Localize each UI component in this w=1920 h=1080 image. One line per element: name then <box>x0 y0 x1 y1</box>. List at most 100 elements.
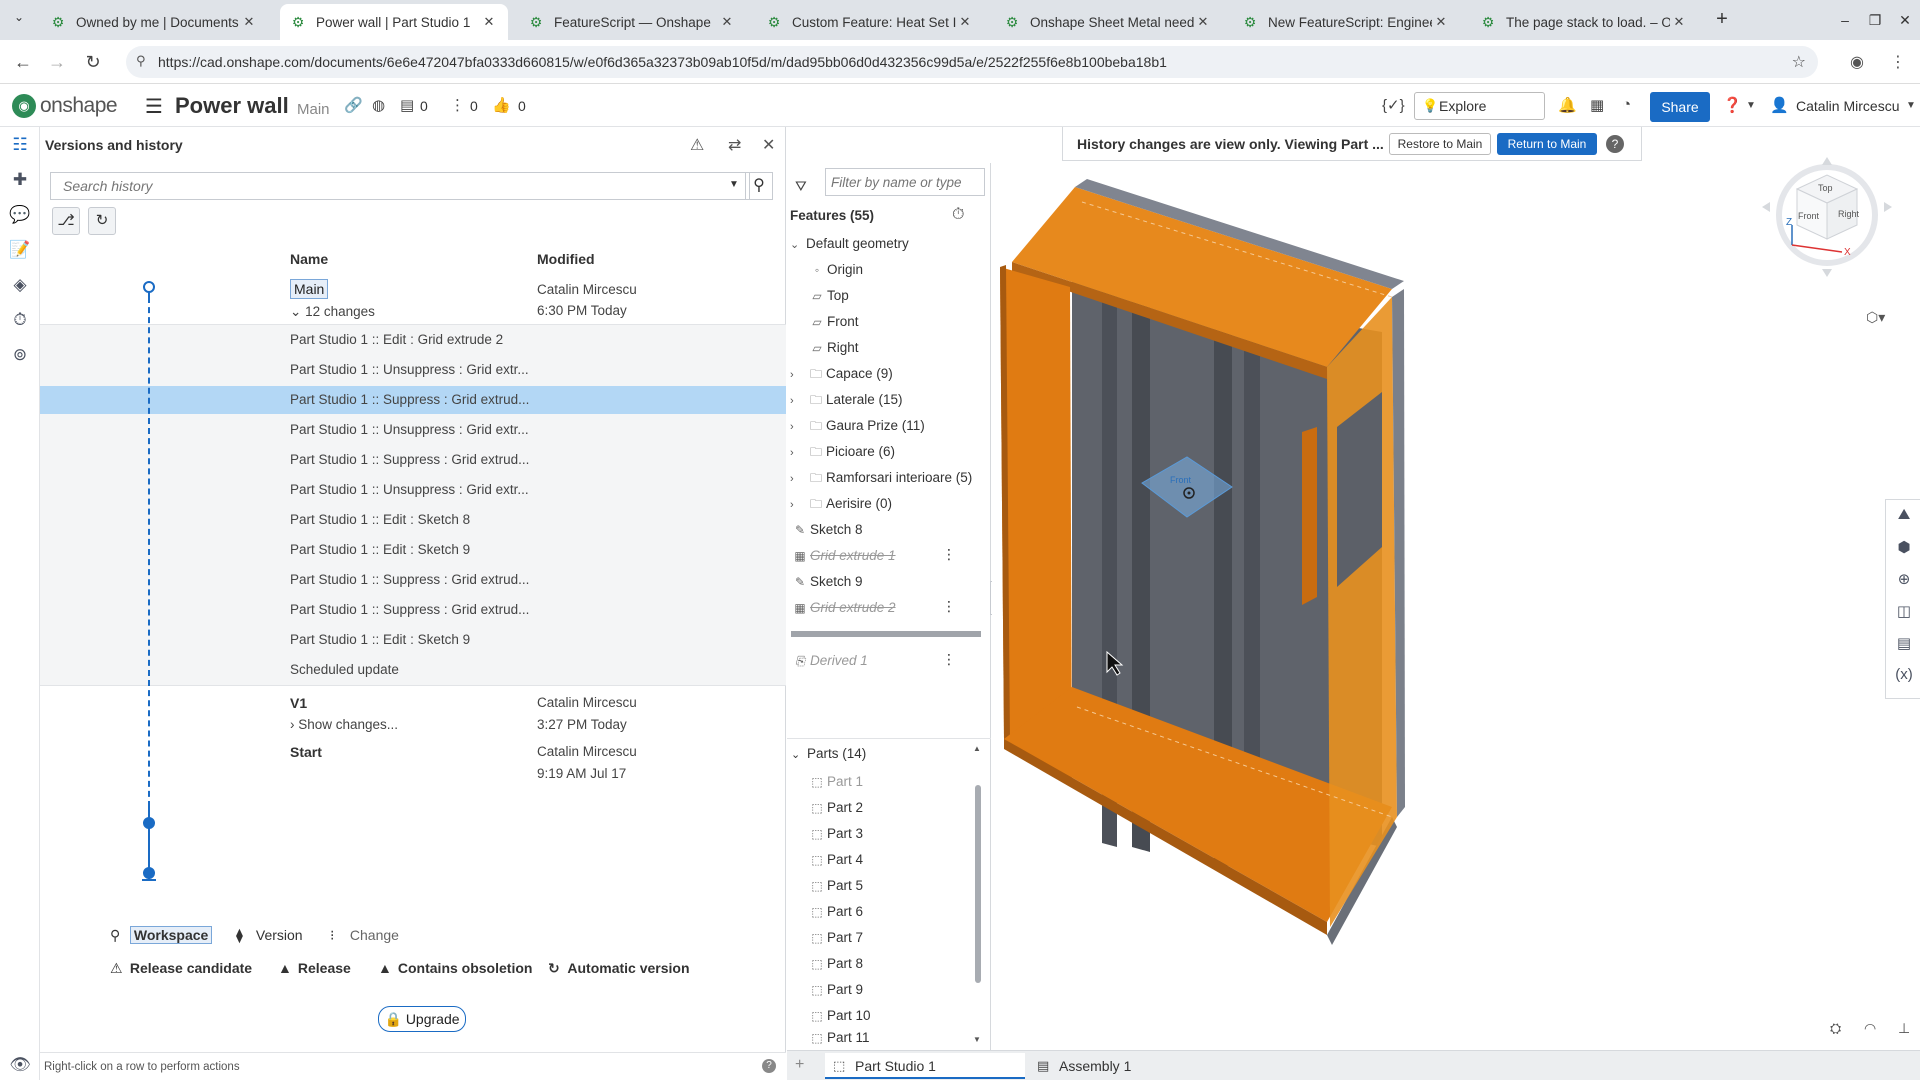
change-row[interactable]: Part Studio 1 :: Edit : Sketch 9 <box>40 536 786 564</box>
like-thumb-icon[interactable]: 👍 <box>492 96 511 114</box>
bom-table-icon[interactable]: ▤ <box>1893 634 1915 656</box>
tab-close-icon[interactable]: ✕ <box>1194 14 1212 30</box>
user-chevron-down-icon[interactable]: ▼ <box>1906 100 1916 111</box>
column-header-modified[interactable]: Modified <box>537 251 595 267</box>
browser-tab[interactable]: ⚙ The page stack to load. – On ✕ <box>1470 4 1698 40</box>
url-field[interactable]: ⚲ https://cad.onshape.com/documents/6e6e… <box>126 46 1818 78</box>
tab-close-icon[interactable]: ✕ <box>240 14 258 30</box>
tab-assembly-1[interactable]: ▤ Assembly 1 <box>1029 1053 1179 1079</box>
rollback-bar[interactable] <box>791 631 981 637</box>
chevron-right-icon[interactable]: › <box>790 467 806 491</box>
part-item[interactable]: ⬚ Part 11 <box>807 1026 869 1048</box>
profile-icon[interactable]: ◉ <box>1850 52 1864 72</box>
cad-model-canvas[interactable]: Front Top Front Right Z X <box>992 127 1920 1050</box>
change-row[interactable]: Part Studio 1 :: Edit : Grid extrude 2 <box>40 326 786 354</box>
minimize-icon[interactable]: – <box>1830 8 1860 32</box>
configurations-icon[interactable]: ⬢ <box>1893 538 1915 560</box>
column-header-name[interactable]: Name <box>290 251 328 267</box>
chevron-down-icon[interactable]: ⌄ <box>790 233 806 257</box>
share-button[interactable]: Share <box>1650 92 1710 122</box>
parts-scrollbar-thumb[interactable] <box>975 785 981 983</box>
part-item[interactable]: ⬚ Part 6 <box>807 900 863 924</box>
render-mode-icon[interactable]: ⛭ <box>1830 1020 1841 1037</box>
forward-arrow-icon[interactable]: → <box>44 50 70 74</box>
history-clock-icon[interactable]: ⏱ <box>8 308 32 332</box>
browser-menu-kebab-icon[interactable]: ⋮ <box>1890 52 1906 72</box>
comments-icon[interactable]: 💬 <box>8 203 32 227</box>
status-help-icon[interactable]: ? <box>762 1059 776 1073</box>
part-item[interactable]: ⬚ Part 5 <box>807 874 863 898</box>
default-geometry-folder[interactable]: ⌄ Default geometry <box>790 232 909 256</box>
version-v1-name[interactable]: V1 <box>290 695 307 711</box>
feature-plane-right[interactable]: ▱ Right <box>807 336 858 360</box>
user-avatar-icon[interactable]: 👤 <box>1770 96 1789 114</box>
change-row-selected[interactable]: Part Studio 1 :: Suppress : Grid extrud.… <box>40 386 786 414</box>
app-store-grid-icon[interactable]: ▦ <box>1590 96 1604 114</box>
return-to-main-button[interactable]: Return to Main <box>1497 133 1597 155</box>
new-tab-plus-icon[interactable]: + <box>1710 8 1734 32</box>
change-row[interactable]: Part Studio 1 :: Edit : Sketch 8 <box>40 506 786 534</box>
part-item[interactable]: ⬚ Part 4 <box>807 848 863 872</box>
feature-grid-extrude-1[interactable]: ▦ Grid extrude 1 <box>790 544 895 568</box>
feature-kebab-icon[interactable]: ⋮ <box>942 546 956 563</box>
change-row[interactable]: Part Studio 1 :: Suppress : Grid extrud.… <box>40 596 786 624</box>
chevron-right-icon[interactable]: › <box>790 441 806 465</box>
feature-plane-front[interactable]: ▱ Front <box>807 310 858 334</box>
onshape-logo-text[interactable]: onshape <box>40 94 118 118</box>
part-item[interactable]: ⬚ Part 9 <box>807 978 863 1002</box>
show-changes-toggle[interactable]: › Show changes... <box>290 717 398 732</box>
variables-icon[interactable]: (x) <box>1893 666 1915 688</box>
link-icon[interactable]: 🔗 <box>344 96 363 114</box>
site-info-icon[interactable]: ⚲ <box>136 53 146 69</box>
explore-onshape-button[interactable]: 💡 Explore Onshape <box>1414 92 1545 140</box>
user-menu-name[interactable]: Catalin Mircescu <box>1796 98 1899 114</box>
close-window-icon[interactable]: ✕ <box>1890 8 1920 32</box>
tab-part-studio-1[interactable]: ⬚ Part Studio 1 <box>825 1053 1025 1079</box>
tab-close-icon[interactable]: ✕ <box>480 14 498 30</box>
part-item[interactable]: ⬚ Part 10 <box>807 1004 870 1028</box>
notifications-bell-icon[interactable]: 🔔 <box>1558 96 1577 114</box>
browser-tab[interactable]: ⚙ New FeatureScript: Engineer ✕ <box>1232 4 1460 40</box>
chevron-down-icon[interactable]: ⌄ <box>791 748 807 761</box>
history-search-input[interactable] <box>51 173 711 199</box>
feature-folder[interactable]: › 🗀 Laterale (15) <box>790 388 903 412</box>
tab-close-icon[interactable]: ✕ <box>718 14 736 30</box>
back-arrow-icon[interactable]: ← <box>10 50 36 74</box>
feature-folder[interactable]: › 🗀 Gaura Prize (11) <box>790 414 925 438</box>
feature-kebab-icon[interactable]: ⋮ <box>942 598 956 615</box>
change-row[interactable]: Part Studio 1 :: Unsuppress : Grid extr.… <box>40 416 786 444</box>
feature-sketch-9[interactable]: ✎ Sketch 9 <box>790 570 863 594</box>
versions-stack-icon[interactable]: ▤ <box>400 96 414 114</box>
scroll-down-arrow-icon[interactable]: ▼ <box>973 1035 981 1044</box>
chevron-right-icon[interactable]: › <box>790 415 806 439</box>
branch-filter-icon[interactable]: ⎇ <box>52 207 80 235</box>
branch-icon[interactable]: ⋮ <box>450 96 465 114</box>
change-row[interactable]: Part Studio 1 :: Suppress : Grid extrud.… <box>40 566 786 594</box>
close-panel-icon[interactable]: ✕ <box>762 135 775 155</box>
browser-tab[interactable]: ⚙ Owned by me | Documents ✕ <box>40 4 268 40</box>
view-cube[interactable]: Top Front Right Z X <box>1762 157 1892 277</box>
feature-kebab-icon[interactable]: ⋮ <box>942 651 956 668</box>
view-tools-icon[interactable]: 👁 <box>8 1053 32 1077</box>
change-row[interactable]: Part Studio 1 :: Unsuppress : Grid extr.… <box>40 476 786 504</box>
graphics-viewport[interactable]: Front Top Front Right Z X History change… <box>992 127 1920 1050</box>
restore-to-main-button[interactable]: Restore to Main <box>1389 133 1491 155</box>
cube-arrow-down-icon[interactable] <box>1822 269 1832 277</box>
feature-derived-1[interactable]: ⎘ Derived 1 <box>790 649 868 673</box>
browser-tab[interactable]: ⚙ Onshape Sheet Metal needs ✕ <box>994 4 1222 40</box>
changes-toggle[interactable]: ⌄ 12 changes <box>290 304 375 320</box>
tab-close-icon[interactable]: ✕ <box>1670 14 1688 30</box>
feature-folder[interactable]: › 🗀 Capace (9) <box>790 362 893 386</box>
onshape-logo-icon[interactable]: ◉ <box>12 94 36 118</box>
cube-arrow-left-icon[interactable] <box>1762 202 1770 212</box>
part-item[interactable]: ⬚ Part 3 <box>807 822 863 846</box>
part-item[interactable]: ⬚ Part 1 <box>807 770 863 794</box>
feature-filter-input[interactable] <box>825 168 985 196</box>
feature-folder[interactable]: › 🗀 Picioare (6) <box>790 440 895 464</box>
workspace-main-label[interactable]: Main <box>290 279 329 299</box>
feature-folder[interactable]: › 🗀 Ramforsari interioare (5) <box>790 466 972 490</box>
appearance-panel-icon[interactable]: ⛰ <box>1893 506 1915 528</box>
appearances-icon[interactable]: ◈ <box>8 273 32 297</box>
filter-funnel-icon[interactable]: ⛛ <box>795 178 807 195</box>
search-dropdown-chevron-icon[interactable]: ▼ <box>729 179 739 190</box>
